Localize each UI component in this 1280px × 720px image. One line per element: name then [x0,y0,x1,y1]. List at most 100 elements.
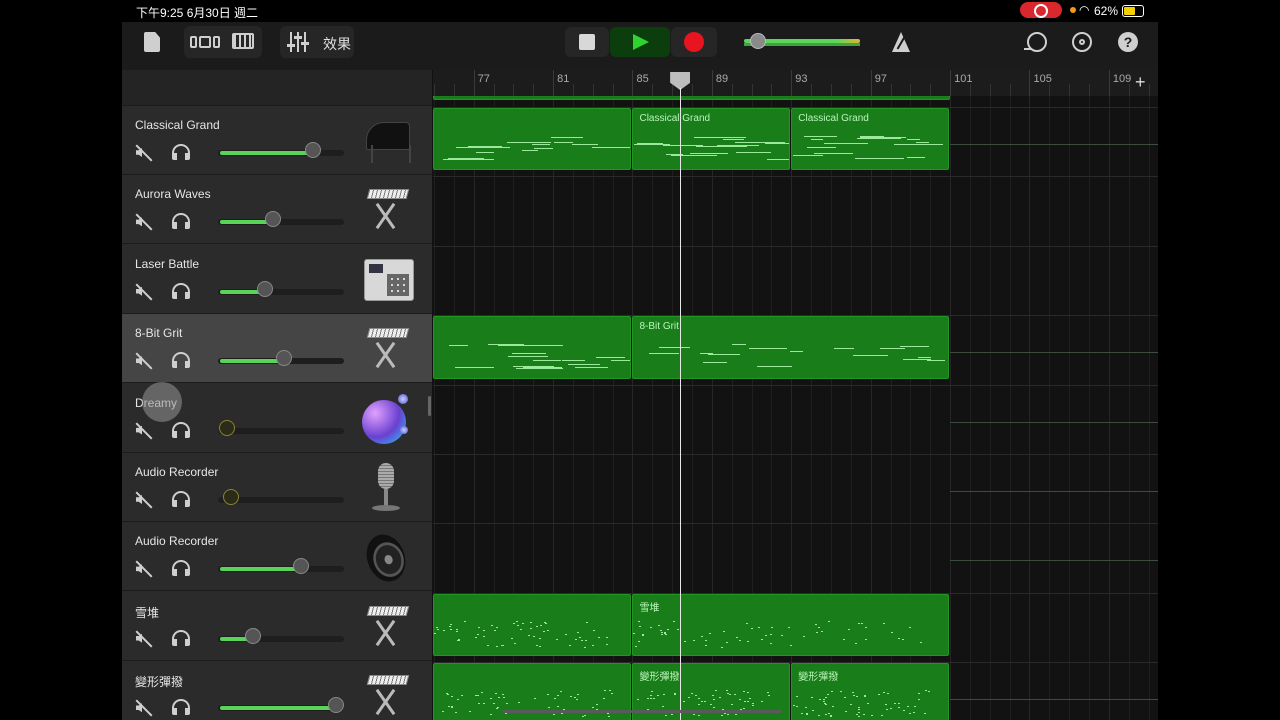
midi-region[interactable]: 變形彈撥 [791,663,950,720]
track-volume-slider[interactable] [218,489,344,505]
mute-icon[interactable] [134,144,152,162]
midi-region[interactable]: Classical Grand [632,108,791,171]
fx-button[interactable]: 效果 [323,34,351,54]
midi-note [569,695,572,697]
track-volume-slider[interactable] [218,350,344,367]
midi-note [543,622,546,624]
add-section-icon[interactable]: + [1135,72,1146,93]
track-volume-knob[interactable] [245,627,262,644]
track-volume-slider[interactable] [218,558,344,575]
region-partial[interactable] [433,96,951,100]
bubble-synth-icon[interactable] [362,392,412,444]
track-list-scrollbar[interactable] [428,396,431,416]
keyboard-icon[interactable] [362,669,412,720]
record-button[interactable] [671,27,717,57]
midi-note [556,705,559,707]
lane-separator [433,454,1158,455]
keyboard-icon[interactable] [362,600,412,652]
play-button[interactable] [610,27,670,57]
loop-browser-icon[interactable] [1024,32,1047,52]
midi-region[interactable] [433,593,632,657]
track-volume-knob[interactable] [256,280,273,297]
keyboard-icon[interactable] [362,322,412,374]
midi-note [726,642,729,644]
midi-region[interactable]: Classical Grand [791,108,950,171]
mixer-icon[interactable] [287,32,309,52]
timeline-scrollbar[interactable] [502,710,782,713]
track-header[interactable]: Classical Grand [122,106,432,175]
midi-note [657,624,660,626]
track-volume-slider[interactable] [218,419,344,436]
midi-note [857,709,860,711]
stop-button[interactable] [565,27,609,57]
track-volume-slider[interactable] [218,211,344,228]
headphones-solo-icon[interactable] [172,213,190,230]
midi-region[interactable] [433,108,632,171]
headphones-solo-icon[interactable] [172,699,190,716]
midi-note [928,690,931,692]
track-volume-slider[interactable] [218,280,344,297]
track-volume-knob[interactable] [222,489,239,505]
tracks-timeline[interactable]: Classical Grand Classical Grand 8-Bit Grit… [433,96,1158,720]
track-header[interactable]: Audio Recorder [122,522,432,592]
midi-note [673,621,676,623]
track-header[interactable]: Aurora Waves [122,175,432,245]
track-header[interactable]: Laser Battle [122,244,432,314]
headphones-solo-icon[interactable] [172,629,190,646]
mute-icon[interactable] [134,422,152,440]
headphones-solo-icon[interactable] [172,560,190,577]
mute-icon[interactable] [134,352,152,370]
metronome-icon[interactable] [892,32,910,52]
mute-icon[interactable] [134,560,152,578]
midi-note [878,137,907,139]
track-volume-knob[interactable] [293,558,310,575]
midi-note [790,645,793,647]
headphones-solo-icon[interactable] [172,352,190,369]
headphones-solo-icon[interactable] [172,144,190,160]
track-header[interactable]: 8-Bit Grit [122,314,432,384]
track-header[interactable]: 雪堆 [122,591,432,661]
master-volume-slider[interactable] [744,33,860,49]
midi-note [760,639,763,641]
my-songs-icon[interactable] [144,32,160,52]
midi-note [483,636,486,638]
track-volume-slider[interactable] [218,697,345,714]
mute-icon[interactable] [134,630,152,648]
midi-note [824,713,827,715]
track-volume-knob[interactable] [218,419,235,436]
midi-note [515,620,518,622]
piano-icon[interactable] [362,114,412,166]
midi-note [547,707,550,709]
microphone-icon[interactable] [362,461,412,513]
help-icon[interactable]: ? [1118,32,1138,52]
track-volume-knob[interactable] [275,350,292,367]
midi-note [608,690,611,692]
midi-note [890,707,893,709]
mute-icon[interactable] [134,213,152,231]
track-volume-slider[interactable] [218,627,344,644]
mute-icon[interactable] [134,491,152,509]
keyboard-view-icon[interactable] [232,33,254,49]
headphones-solo-icon[interactable] [172,282,190,299]
drum-machine-icon[interactable] [362,253,414,305]
midi-note [592,629,595,631]
headphones-solo-icon[interactable] [172,491,190,507]
speaker-icon[interactable] [360,529,412,588]
timeline-ruler[interactable]: + 77 81 85 89 93 97 101 105 109 [433,70,1158,96]
track-volume-knob[interactable] [265,211,282,228]
headphones-solo-icon[interactable] [172,421,190,438]
midi-region[interactable] [433,316,632,379]
track-header[interactable]: Audio Recorder [122,453,432,522]
tracks-view-icon[interactable] [190,36,220,48]
mute-icon[interactable] [134,283,152,301]
mute-icon[interactable] [134,699,152,717]
track-volume-slider[interactable] [218,142,344,158]
settings-gear-icon[interactable] [1072,32,1092,52]
track-header[interactable]: 變形彈撥 [122,661,432,720]
track-volume-knob[interactable] [304,142,321,158]
keyboard-icon[interactable] [362,183,412,235]
midi-note [660,633,663,635]
master-volume-knob[interactable] [750,33,766,49]
playhead[interactable] [680,88,682,720]
track-volume-knob[interactable] [328,697,345,714]
